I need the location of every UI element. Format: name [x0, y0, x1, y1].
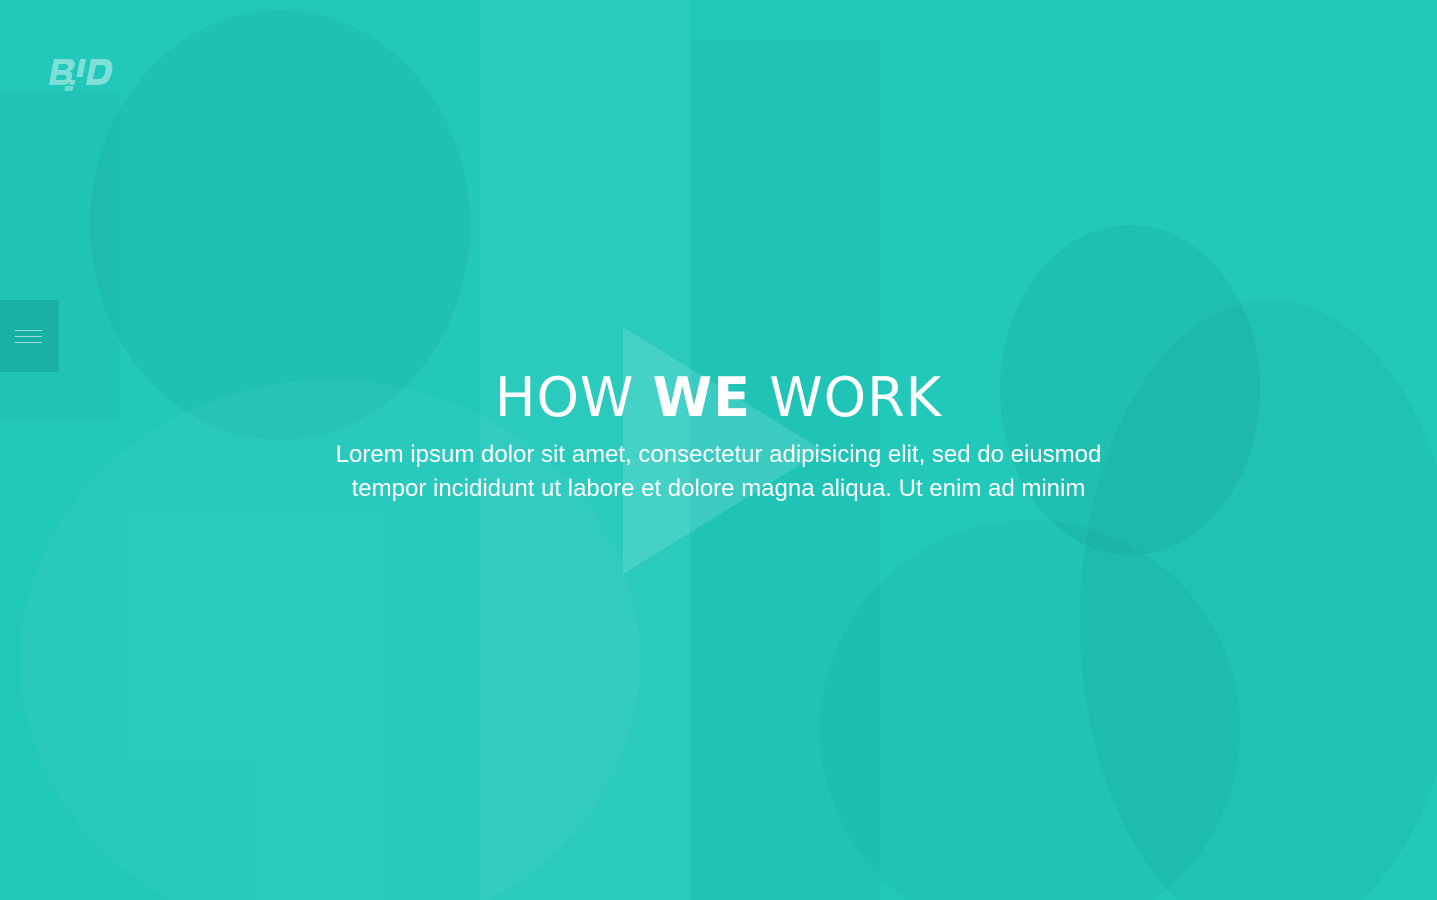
- page-title: HOW WE WORK: [0, 360, 1437, 436]
- title-word-how: HOW: [494, 366, 635, 429]
- description-line: tempor incididunt ut labore et dolore ma…: [351, 475, 1086, 502]
- hero-section: HOW WE WORK Lorem ipsum dolor sit amet, …: [0, 0, 1437, 900]
- hamburger-menu-icon: [15, 342, 42, 343]
- bio-logo-icon[interactable]: [48, 55, 116, 95]
- title-word-we: WE: [652, 366, 752, 429]
- hero-content: HOW WE WORK Lorem ipsum dolor sit amet, …: [0, 360, 1437, 506]
- hero-description: Lorem ipsum dolor sit amet, consectetur …: [289, 438, 1149, 506]
- hamburger-menu-icon: [15, 336, 42, 337]
- hamburger-menu-icon: [15, 330, 42, 331]
- description-line: Lorem ipsum dolor sit amet, consectetur …: [335, 441, 1102, 468]
- title-word-work: WORK: [769, 366, 943, 429]
